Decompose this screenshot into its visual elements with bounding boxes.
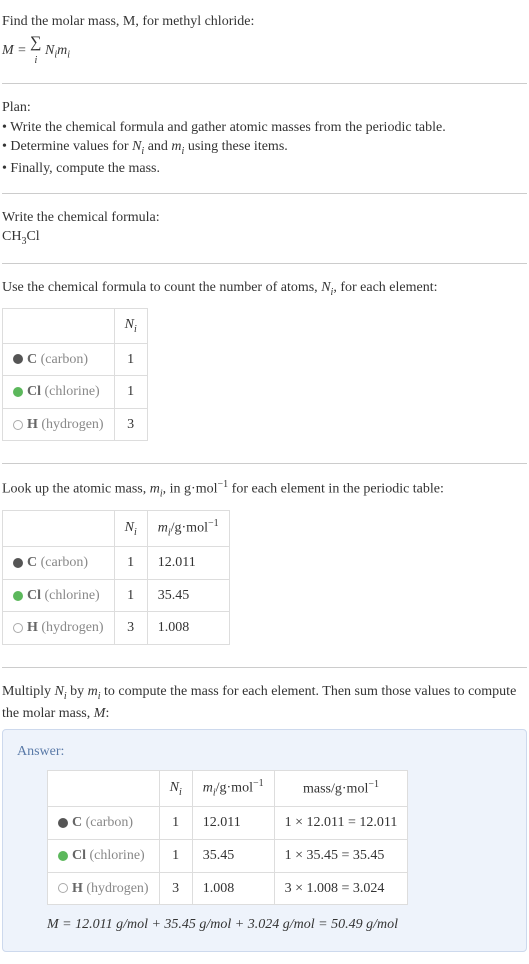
n-value: 3: [159, 872, 192, 905]
table-row: Cl (chlorine) 1 35.45: [3, 579, 230, 612]
n-value: 1: [159, 840, 192, 873]
m-value: 12.011: [192, 807, 274, 840]
intro-section: Find the molar mass, M, for methyl chlor…: [2, 8, 527, 73]
element-dot-icon: [58, 818, 68, 828]
table-header-empty: [48, 771, 160, 807]
intro-formula: M = ∑i Nimi: [2, 36, 527, 65]
table-row: H (hydrogen) 3 1.008: [3, 612, 230, 645]
element-dot-icon: [13, 354, 23, 364]
divider: [2, 667, 527, 668]
table-header-row: Ni mi/g·mol−1: [3, 510, 230, 546]
table-row: C (carbon) 1 12.011: [3, 547, 230, 580]
table-header-n: Ni: [114, 308, 147, 343]
sigma-icon: ∑: [30, 34, 41, 51]
element-cell: C (carbon): [3, 547, 115, 580]
answer-box: Answer: Ni mi/g·mol−1 mass/g·mol−1 C (ca…: [2, 729, 527, 951]
plan-section: Plan: • Write the chemical formula and g…: [2, 94, 527, 183]
step3-title: Look up the atomic mass, mi, in g·mol−1 …: [2, 478, 527, 501]
m-value: 35.45: [192, 840, 274, 873]
step4-title: Multiply Ni by mi to compute the mass fo…: [2, 682, 527, 723]
n-value: 1: [114, 579, 147, 612]
step2-section: Use the chemical formula to count the nu…: [2, 274, 527, 453]
mass-calc: 3 × 1.008 = 3.024: [274, 872, 408, 905]
m-value: 35.45: [147, 579, 229, 612]
element-dot-icon: [13, 387, 23, 397]
n-value: 3: [114, 408, 147, 441]
table-header-n: Ni: [159, 771, 192, 807]
plan-title: Plan:: [2, 98, 527, 118]
element-dot-icon: [13, 420, 23, 430]
answer-label: Answer:: [17, 742, 512, 762]
sigma-sub: i: [34, 55, 37, 66]
m-value: 12.011: [147, 547, 229, 580]
table-row: Cl (chlorine) 1 35.45 1 × 35.45 = 35.45: [48, 840, 408, 873]
n-value: 1: [159, 807, 192, 840]
chemical-formula: CH3Cl: [2, 227, 527, 249]
table-header-empty: [3, 510, 115, 546]
table-row: C (carbon) 1 12.011 1 × 12.011 = 12.011: [48, 807, 408, 840]
element-dot-icon: [13, 558, 23, 568]
divider: [2, 263, 527, 264]
step1-title: Write the chemical formula:: [2, 208, 527, 228]
element-cell: Cl (chlorine): [48, 840, 160, 873]
element-cell: C (carbon): [48, 807, 160, 840]
step2-title: Use the chemical formula to count the nu…: [2, 278, 527, 300]
formula-eq: =: [14, 43, 30, 58]
intro-line1: Find the molar mass, M, for methyl chlor…: [2, 12, 527, 32]
n-value: 1: [114, 343, 147, 376]
element-cell: H (hydrogen): [48, 872, 160, 905]
mass-calc: 1 × 12.011 = 12.011: [274, 807, 408, 840]
element-cell: Cl (chlorine): [3, 579, 115, 612]
element-cell: H (hydrogen): [3, 408, 115, 441]
final-answer: M = 12.011 g/mol + 35.45 g/mol + 3.024 g…: [47, 915, 512, 935]
table-header-row: Ni: [3, 308, 148, 343]
answer-table: Ni mi/g·mol−1 mass/g·mol−1 C (carbon) 1 …: [47, 770, 408, 905]
table-header-row: Ni mi/g·mol−1 mass/g·mol−1: [48, 771, 408, 807]
element-cell: H (hydrogen): [3, 612, 115, 645]
formula-m-sub: i: [67, 49, 70, 60]
n-value: 3: [114, 612, 147, 645]
element-cell: Cl (chlorine): [3, 376, 115, 409]
element-dot-icon: [58, 883, 68, 893]
element-cell: C (carbon): [3, 343, 115, 376]
table-header-m: mi/g·mol−1: [147, 510, 229, 546]
n-value: 1: [114, 376, 147, 409]
atom-count-table: Ni C (carbon) 1 Cl (chlorine) 1 H (hydro…: [2, 308, 148, 442]
formula-m: m: [57, 43, 67, 58]
divider: [2, 193, 527, 194]
table-row: Cl (chlorine) 1: [3, 376, 148, 409]
table-row: H (hydrogen) 3: [3, 408, 148, 441]
step1-section: Write the chemical formula: CH3Cl: [2, 204, 527, 253]
table-row: H (hydrogen) 3 1.008 3 × 1.008 = 3.024: [48, 872, 408, 905]
table-header-n: Ni: [114, 510, 147, 546]
formula-n: N: [42, 43, 55, 58]
plan-bullet-2: • Determine values for Ni and mi using t…: [2, 137, 527, 159]
m-value: 1.008: [147, 612, 229, 645]
atomic-mass-table: Ni mi/g·mol−1 C (carbon) 1 12.011 Cl (ch…: [2, 510, 230, 645]
divider: [2, 83, 527, 84]
formula-lhs: M: [2, 43, 14, 58]
step3-section: Look up the atomic mass, mi, in g·mol−1 …: [2, 474, 527, 657]
table-header-mass: mass/g·mol−1: [274, 771, 408, 807]
plan-bullet-3: • Finally, compute the mass.: [2, 159, 527, 179]
divider: [2, 463, 527, 464]
table-header-empty: [3, 308, 115, 343]
n-value: 1: [114, 547, 147, 580]
table-header-m: mi/g·mol−1: [192, 771, 274, 807]
plan-bullet-1: • Write the chemical formula and gather …: [2, 118, 527, 138]
m-value: 1.008: [192, 872, 274, 905]
element-dot-icon: [13, 623, 23, 633]
element-dot-icon: [13, 591, 23, 601]
mass-calc: 1 × 35.45 = 35.45: [274, 840, 408, 873]
element-dot-icon: [58, 851, 68, 861]
table-row: C (carbon) 1: [3, 343, 148, 376]
step4-section: Multiply Ni by mi to compute the mass fo…: [2, 678, 527, 956]
